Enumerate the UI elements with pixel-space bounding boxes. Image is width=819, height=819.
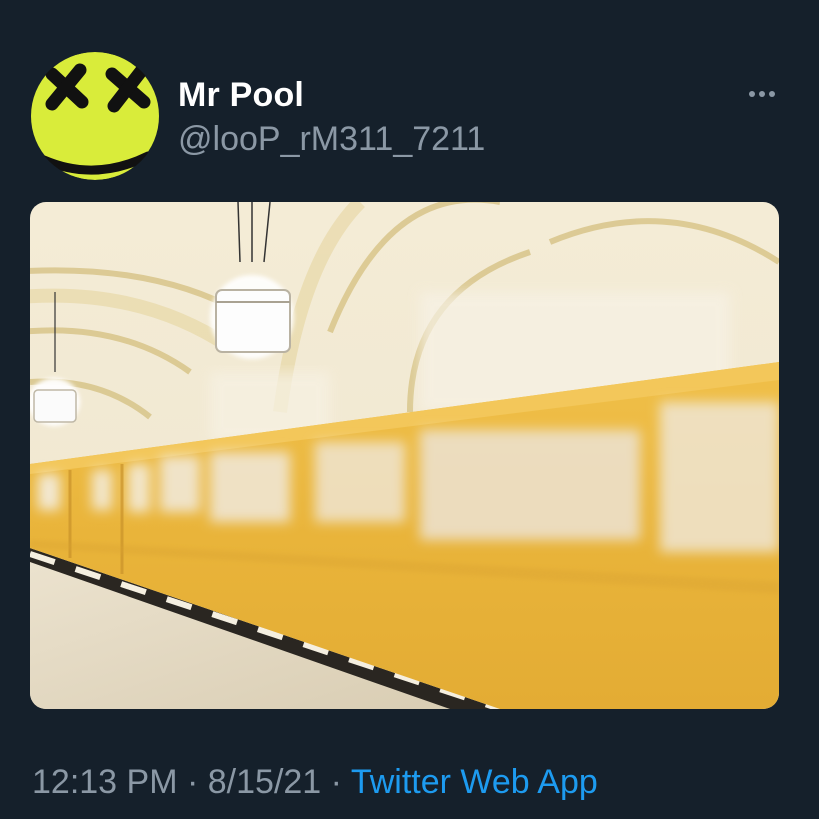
display-name[interactable]: Mr Pool bbox=[178, 76, 304, 115]
user-handle[interactable]: @looP_rM311_7211 bbox=[178, 120, 485, 159]
tweet-metadata: 12:13 PM · 8/15/21 · Twitter Web App bbox=[32, 763, 598, 802]
subway-train-photo bbox=[30, 202, 779, 709]
more-options-button[interactable] bbox=[742, 80, 782, 108]
more-horizontal-icon bbox=[749, 91, 775, 97]
tweet-time[interactable]: 12:13 PM bbox=[32, 763, 178, 801]
separator-dot: · bbox=[330, 763, 342, 801]
tweet-photo[interactable] bbox=[30, 202, 779, 709]
tweet-card: Mr Pool @looP_rM311_7211 12:13 PM · 8/15… bbox=[0, 0, 819, 819]
avatar[interactable] bbox=[30, 52, 160, 180]
tweet-date[interactable]: 8/15/21 bbox=[208, 763, 321, 801]
source-app-link[interactable]: Twitter Web App bbox=[351, 763, 598, 801]
separator-dot: · bbox=[186, 763, 199, 801]
x-eyes-smiley-face-icon bbox=[30, 52, 159, 180]
